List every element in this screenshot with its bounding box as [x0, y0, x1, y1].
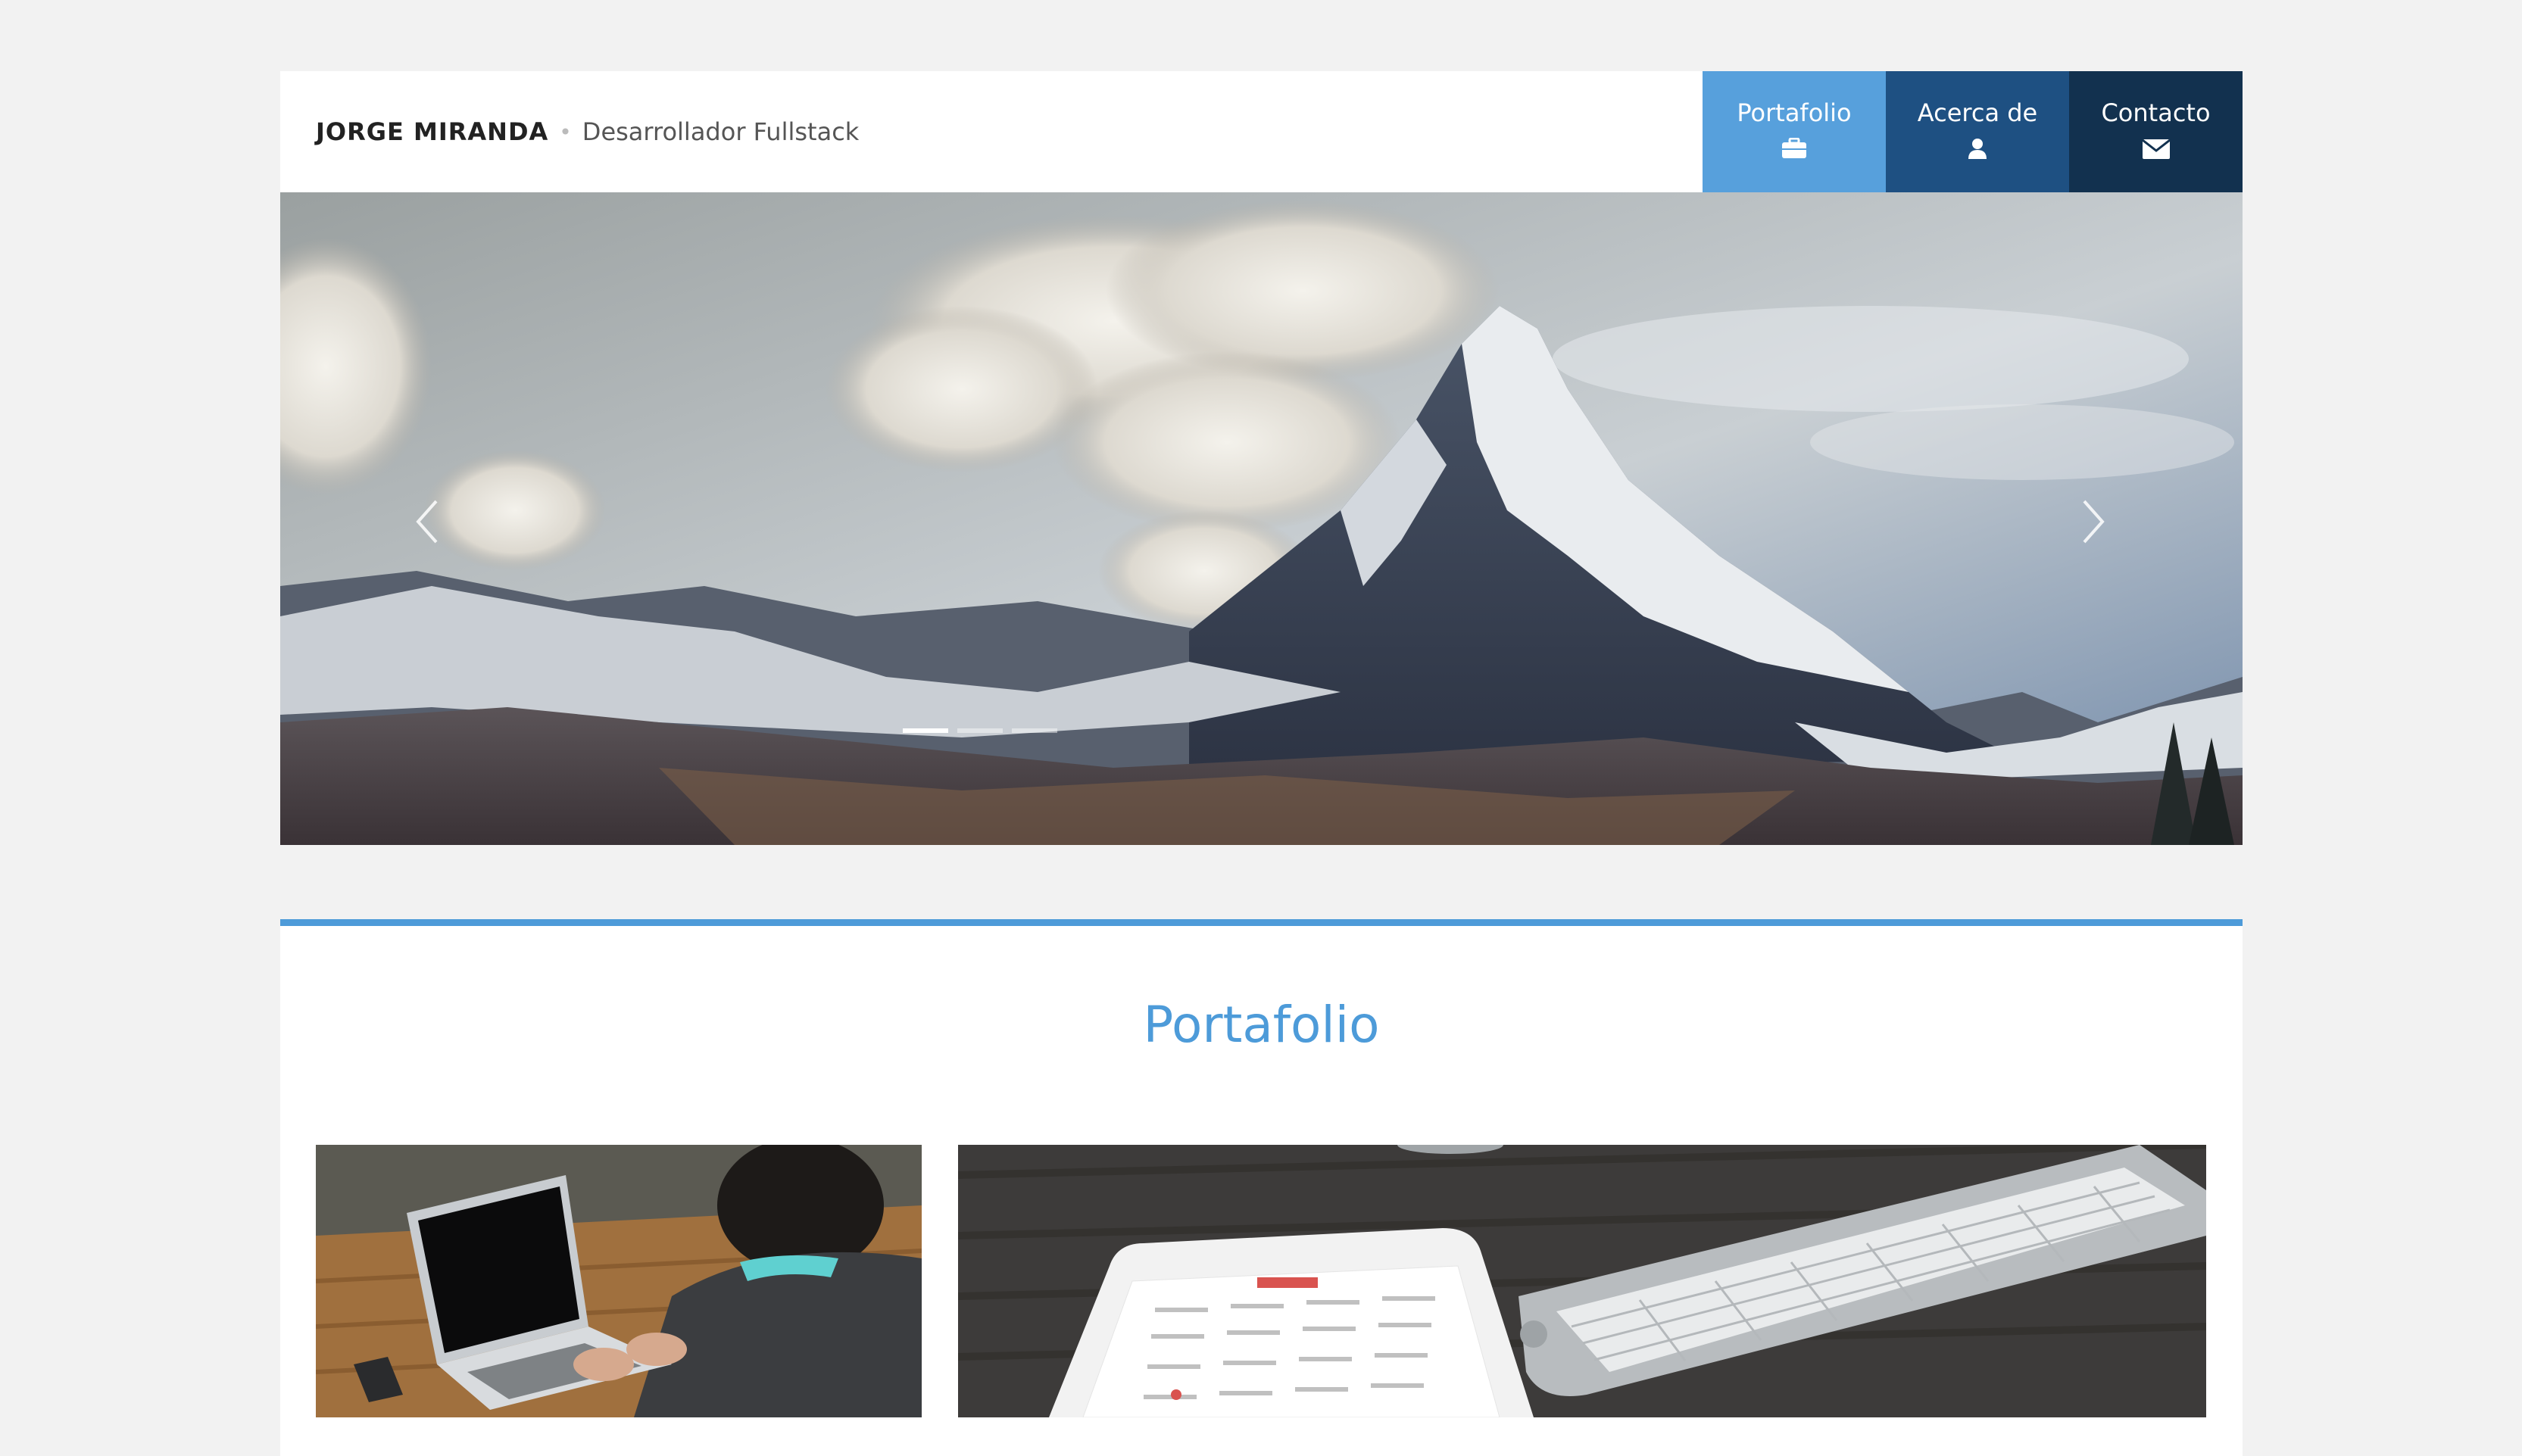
portfolio-section: Portafolio: [280, 919, 2243, 1456]
brand-name: JORGE MIRANDA: [316, 117, 549, 146]
nav-acerca-de[interactable]: Acerca de: [1886, 71, 2069, 192]
nav-acerca-de-label: Acerca de: [1917, 98, 2038, 127]
user-icon: [1967, 136, 1988, 165]
laptop-on-desk-image: [316, 1145, 922, 1417]
section-title: Portafolio: [1143, 996, 1380, 1054]
portfolio-item-laptop[interactable]: [316, 1145, 922, 1417]
hero-carousel: [280, 192, 2243, 845]
site-header: JORGE MIRANDA • Desarrollador Fullstack …: [280, 71, 2243, 192]
chevron-left-icon: [416, 500, 438, 544]
nav-portafolio[interactable]: Portafolio: [1703, 71, 1886, 192]
carousel-indicator-1[interactable]: [903, 728, 948, 733]
carousel-next-button[interactable]: [2069, 495, 2115, 548]
nav-contacto-label: Contacto: [2101, 98, 2211, 127]
briefcase-icon: [1781, 136, 1807, 165]
chevron-right-icon: [2083, 500, 2105, 544]
carousel-indicator-2[interactable]: [957, 728, 1003, 733]
carousel-indicators: [903, 728, 1066, 733]
nav-contacto[interactable]: Contacto: [2069, 71, 2243, 192]
nav-portafolio-label: Portafolio: [1737, 98, 1852, 127]
carousel-indicator-3[interactable]: [1012, 728, 1057, 733]
brand[interactable]: JORGE MIRANDA • Desarrollador Fullstack: [316, 71, 859, 192]
brand-separator: •: [559, 119, 572, 145]
carousel-prev-button[interactable]: [406, 495, 451, 548]
main-nav: Portafolio Acerca de Contacto: [1703, 71, 2243, 192]
portfolio-item-tablet[interactable]: [958, 1145, 2206, 1417]
page-container: JORGE MIRANDA • Desarrollador Fullstack …: [280, 71, 2243, 845]
brand-role: Desarrollador Fullstack: [582, 117, 860, 146]
tablet-and-keyboard-image: [958, 1145, 2206, 1417]
mountain-peak-image: [280, 192, 2243, 845]
envelope-icon: [2141, 136, 2171, 165]
